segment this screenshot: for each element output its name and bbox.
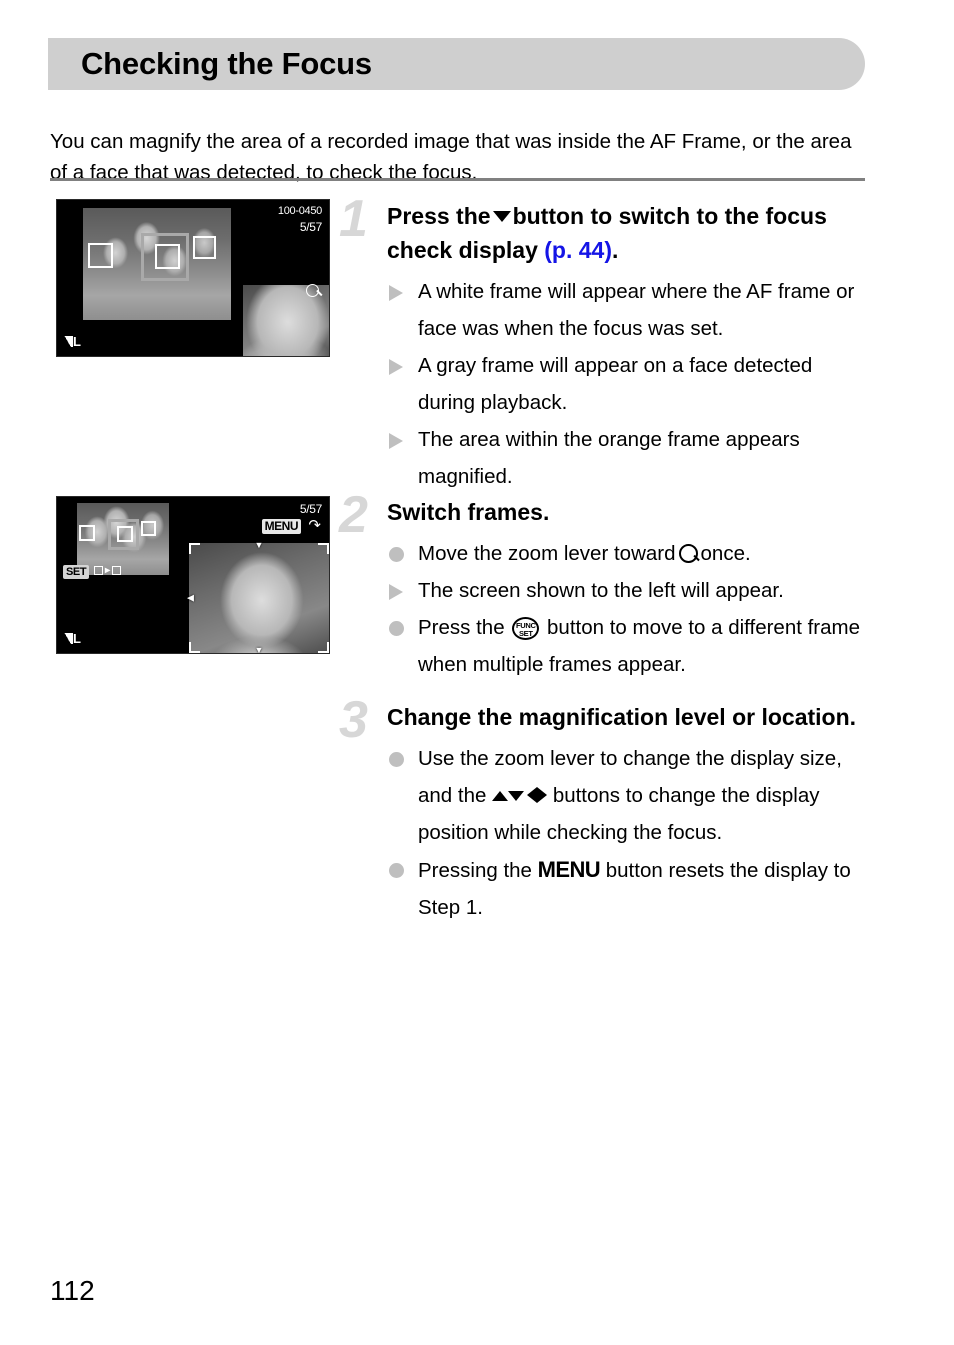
step-number: 2 — [339, 486, 368, 544]
set-badge: SET — [63, 565, 90, 579]
scroll-nub-bottom: ▼ — [254, 645, 264, 654]
menu-button-icon: MENU — [537, 857, 601, 882]
menu-badge: MENU — [261, 519, 301, 534]
quality-bars-icon — [64, 633, 73, 644]
step-number: 3 — [339, 691, 368, 749]
scroll-nub-top: ▼ — [254, 540, 264, 550]
list-item: Move the zoom lever toward once. — [387, 535, 867, 572]
list-item: The area within the orange frame appears… — [387, 421, 867, 495]
image-quality-indicator: L — [64, 334, 81, 349]
frame-square-to — [112, 566, 122, 575]
bullet-text: The area within the orange frame appears… — [418, 428, 800, 488]
file-number-osd: 100-0450 — [277, 205, 322, 217]
frame-count-osd: 5/57 — [299, 220, 322, 234]
arrow-glyph: ▸ — [105, 565, 111, 576]
bullet-text: The screen shown to the left will appear… — [418, 579, 784, 602]
step-2-bullet-list: Move the zoom lever toward once. The scre… — [387, 535, 867, 683]
list-item: A gray frame will appear on a face detec… — [387, 347, 867, 421]
left-arrow-button-icon — [527, 787, 538, 803]
af-frame-white-1 — [88, 243, 113, 268]
bullet-text-before: Move the zoom lever toward — [418, 542, 676, 565]
triangle-marker-icon — [389, 584, 403, 600]
step-heading: Change the magnification level or locati… — [387, 704, 857, 730]
list-item: Use the zoom lever to change the display… — [387, 740, 867, 851]
frame-square-from — [94, 566, 103, 575]
step-heading-before: Press the — [387, 203, 491, 229]
list-item: The screen shown to the left will appear… — [387, 572, 867, 609]
step-heading: Press the button to switch to the focus c… — [387, 199, 867, 267]
section-header-bar: Checking the Focus — [48, 38, 865, 90]
dot-marker-icon — [389, 863, 404, 878]
step-1-bullet-list: A white frame will appear where the AF f… — [387, 273, 867, 495]
list-item: A white frame will appear where the AF f… — [387, 273, 867, 347]
frame-to-frame-icon: ▸ — [94, 565, 122, 576]
dot-marker-icon — [389, 752, 404, 767]
return-arrow-icon: ↷ — [308, 517, 321, 534]
dot-marker-icon — [389, 621, 404, 636]
triangle-marker-icon — [389, 285, 403, 301]
af-frame-white-1 — [79, 525, 95, 541]
quality-label: L — [73, 334, 81, 349]
af-frame-white-3 — [193, 236, 216, 259]
page-title: Checking the Focus — [81, 46, 372, 81]
quality-label: L — [73, 631, 81, 646]
page-reference-link[interactable]: (p. 44) — [544, 237, 612, 263]
right-arrow-button-icon — [537, 787, 548, 803]
camera-screen-figure-1: 100-0450 5/57 L — [56, 199, 330, 357]
quality-bars-icon — [64, 336, 73, 347]
list-item: Press the FUNC SET button to move to a di… — [387, 609, 867, 683]
down-arrow-button-icon — [492, 211, 511, 222]
horizontal-divider — [50, 178, 865, 181]
down-arrow-button-icon — [508, 791, 525, 801]
dot-marker-icon — [389, 547, 404, 562]
step-1: 1 Press the button to switch to the focus… — [339, 193, 867, 495]
crop-corner-top-right — [318, 543, 329, 554]
magnifier-icon — [678, 544, 698, 563]
crop-corner-bottom-left — [189, 642, 200, 653]
bullet-text-before: Press the — [418, 616, 505, 639]
step-3-bullet-list: Use the zoom lever to change the display… — [387, 740, 867, 926]
af-frame-white-2 — [155, 244, 180, 269]
bullet-text: A gray frame will appear on a face detec… — [418, 354, 813, 414]
crop-corner-top-left — [189, 543, 200, 554]
triangle-marker-icon — [389, 433, 403, 449]
step-heading: Switch frames. — [387, 499, 550, 525]
image-quality-indicator: L — [64, 631, 81, 646]
bullet-text-before: Pressing the — [418, 859, 532, 882]
frame-count-osd: 5/57 — [299, 502, 322, 516]
scroll-nub-left: ◀ — [187, 592, 194, 603]
page-number: 112 — [50, 1275, 95, 1306]
crop-corner-bottom-right — [318, 642, 329, 653]
bullet-text-after: once. — [700, 542, 751, 565]
camera-screen-figure-2: ▼ ▼ ◀ 5/57 MENU ↷ SET ▸ L — [56, 496, 330, 654]
af-frame-white-3 — [141, 521, 156, 536]
triangle-marker-icon — [389, 359, 403, 375]
af-frame-white-2 — [117, 526, 133, 542]
step-number: 1 — [339, 190, 368, 248]
step-heading-after: . — [611, 237, 619, 263]
bullet-text: A white frame will appear where the AF f… — [418, 280, 855, 340]
step-3: 3 Change the magnification level or loca… — [339, 694, 867, 926]
func-set-button-icon: FUNC SET — [512, 617, 540, 640]
list-item: Pressing the MENU button resets the disp… — [387, 851, 867, 926]
magnifier-icon — [306, 284, 319, 297]
up-arrow-button-icon — [492, 791, 509, 801]
magnified-face-large: ▼ ▼ ◀ — [187, 540, 329, 654]
step-2: 2 Switch frames. Move the zoom lever tow… — [339, 489, 867, 683]
